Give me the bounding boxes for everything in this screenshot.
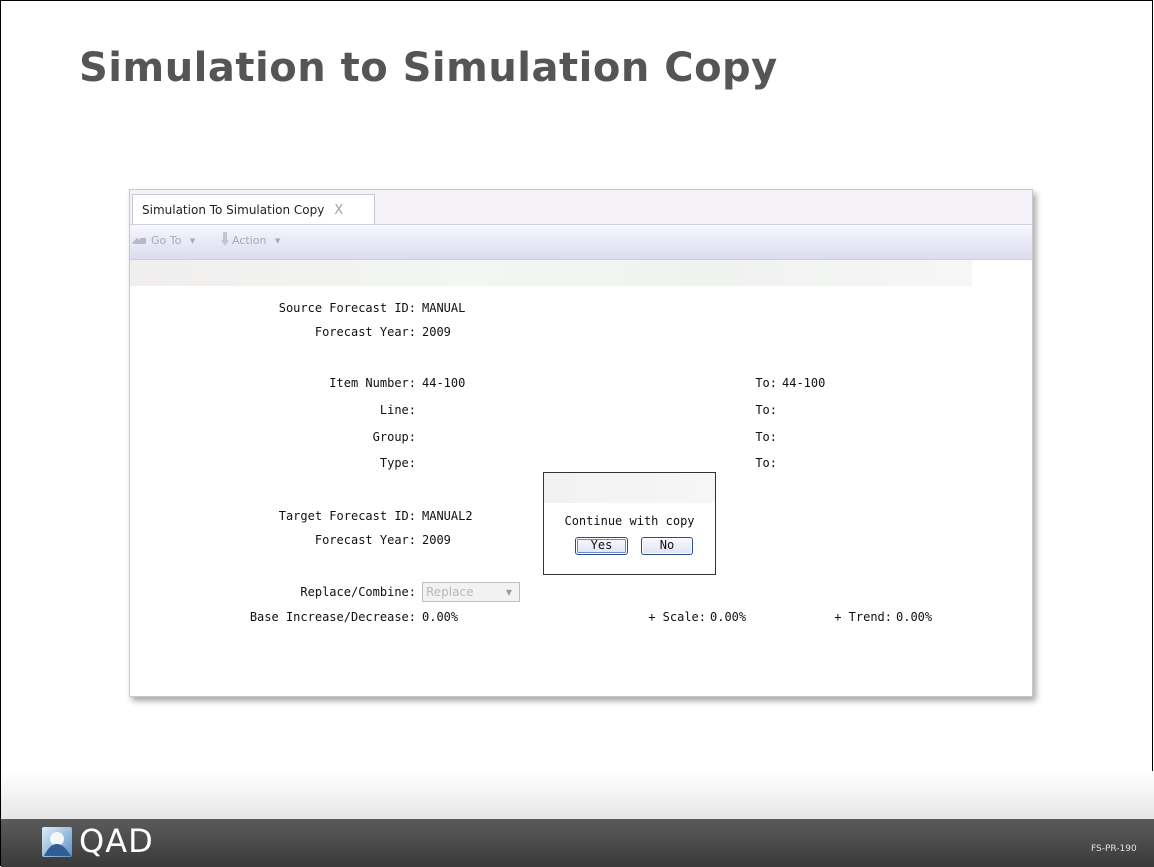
slide-code: FS-PR-190 (1091, 844, 1137, 854)
dialog-header (544, 473, 715, 503)
source-forecast-id-field[interactable]: MANUAL (422, 301, 465, 315)
slide: Simulation to Simulation Copy Simulation… (0, 0, 1154, 867)
footer-fade (1, 771, 1154, 819)
source-forecast-year-label: Forecast Year: (314, 325, 416, 339)
trend-field[interactable]: 0.00% (896, 610, 932, 624)
item-number-to-label: To: (755, 376, 777, 390)
scale-field[interactable]: 0.00% (710, 610, 746, 624)
no-button[interactable]: No (641, 537, 693, 555)
target-forecast-id-field[interactable]: MANUAL2 (422, 509, 473, 523)
footer-bar (1, 819, 1154, 867)
line-to-label: To: (755, 403, 777, 417)
yes-button[interactable]: Yes (575, 537, 628, 555)
app-window: Simulation To Simulation Copy X Go To ▼ … (129, 189, 1033, 697)
group-to-label: To: (755, 430, 777, 444)
base-increase-label: Base Increase/Decrease: (249, 610, 416, 624)
source-forecast-id-label: Source Forecast ID: (278, 301, 416, 315)
type-label: Type: (379, 456, 416, 470)
type-to-label: To: (755, 456, 777, 470)
chevron-down-icon: ▼ (505, 588, 512, 597)
group-label: Group: (372, 430, 416, 444)
item-number-field[interactable]: 44-100 (422, 376, 465, 390)
item-number-label: Item Number: (329, 376, 416, 390)
copy-form: Source Forecast ID: MANUAL Forecast Year… (130, 190, 1032, 696)
qad-logo-icon (42, 827, 72, 857)
target-forecast-year-field[interactable]: 2009 (422, 533, 451, 547)
base-increase-field[interactable]: 0.00% (422, 610, 458, 624)
replace-combine-value: Replace (426, 585, 474, 599)
confirm-dialog: Continue with copy Yes No (543, 472, 716, 575)
target-forecast-id-label: Target Forecast ID: (278, 509, 416, 523)
scale-label: + Scale: (648, 610, 706, 624)
qad-logo-text: QAD (79, 822, 154, 860)
item-number-to-field[interactable]: 44-100 (782, 376, 825, 390)
slide-title: Simulation to Simulation Copy (79, 45, 778, 91)
dialog-message: Continue with copy (564, 514, 695, 528)
target-forecast-year-label: Forecast Year: (314, 533, 416, 547)
trend-label: + Trend: (834, 610, 892, 624)
source-forecast-year-field[interactable]: 2009 (422, 325, 451, 339)
line-label: Line: (379, 403, 416, 417)
replace-combine-select[interactable]: Replace ▼ (422, 582, 520, 602)
replace-combine-label: Replace/Combine: (300, 585, 416, 599)
